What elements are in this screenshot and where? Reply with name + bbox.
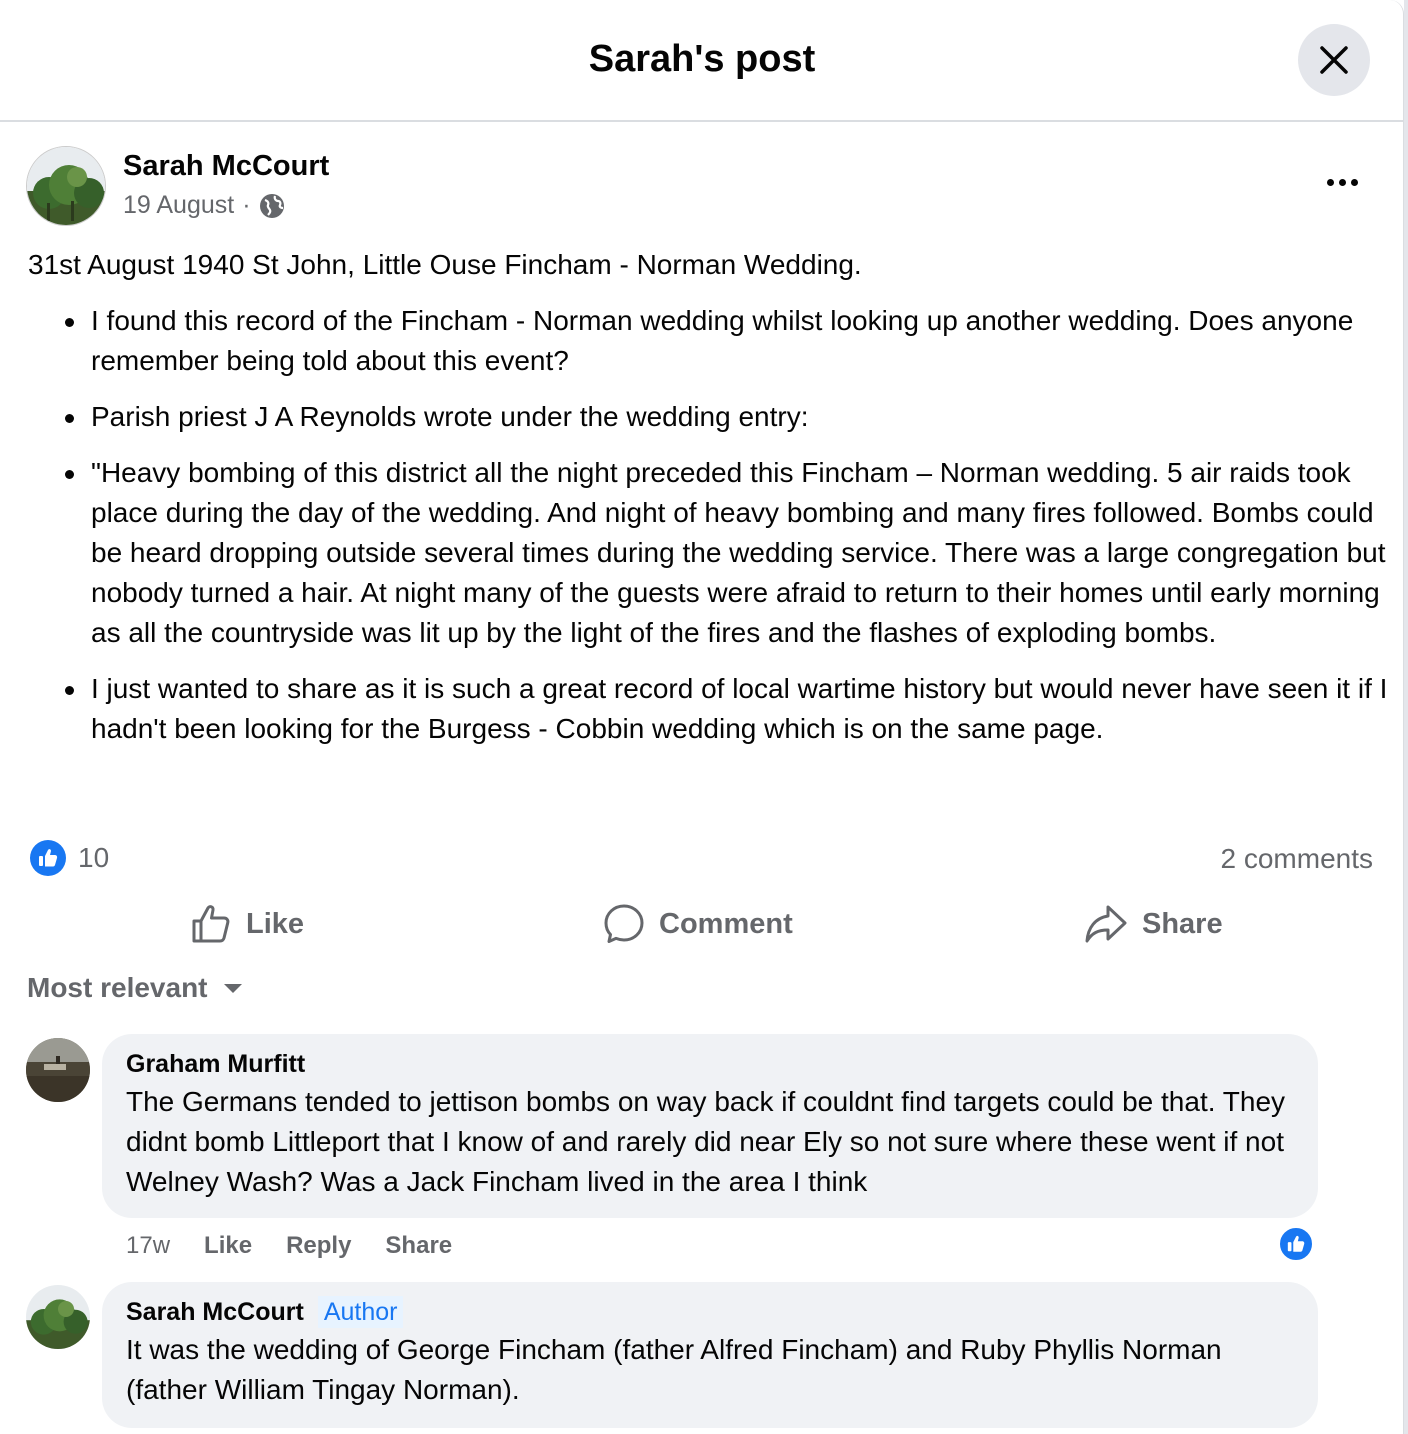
comment-button-label: Comment	[659, 907, 793, 940]
comment-text: It was the wedding of George Fincham (fa…	[126, 1334, 1222, 1405]
comment-bubble-icon	[604, 904, 644, 943]
post-bullet-list: I found this record of the Fincham - Nor…	[28, 301, 1388, 749]
meta-separator: ·	[242, 191, 251, 219]
more-dot-icon	[1338, 178, 1346, 186]
close-icon	[1320, 46, 1348, 74]
comments-count-link[interactable]: 2 comments	[1221, 843, 1374, 875]
post-dialog: Sarah's post Sarah McCourt 19 August · 3…	[0, 0, 1404, 1434]
post-action-bar: Like Comment Share	[0, 896, 1404, 952]
like-button[interactable]: Like	[190, 896, 304, 952]
post-bullet: I found this record of the Fincham - Nor…	[28, 301, 1388, 381]
post-meta: 19 August ·	[123, 191, 285, 220]
share-arrow-icon	[1085, 905, 1127, 943]
like-reaction-icon	[30, 840, 66, 876]
comment-button[interactable]: Comment	[603, 896, 793, 952]
author-avatar[interactable]	[26, 146, 106, 226]
comment-author-name[interactable]: Graham Murfitt	[126, 1048, 305, 1080]
comment-actions: 17w Like Reply Share	[126, 1232, 452, 1260]
comment-author: Graham Murfitt	[126, 1048, 1294, 1080]
sort-label: Most relevant	[27, 972, 208, 1003]
post-body: 31st August 1940 St John, Little Ouse Fi…	[28, 245, 1388, 765]
page-edge	[1404, 0, 1408, 1434]
more-dot-icon	[1350, 178, 1358, 186]
close-button[interactable]	[1298, 24, 1370, 96]
comment-sort-dropdown[interactable]: Most relevant	[27, 972, 244, 1004]
comment-author: Sarah McCourt Author	[126, 1296, 1294, 1328]
reactions-summary[interactable]: 10	[30, 840, 109, 876]
comment-like-button[interactable]: Like	[204, 1232, 252, 1260]
post-bullet: Parish priest J A Reynolds wrote under t…	[28, 397, 1388, 437]
dialog-header: Sarah's post	[0, 0, 1404, 122]
thumbs-up-icon	[192, 905, 230, 943]
comment-share-button[interactable]: Share	[385, 1232, 452, 1260]
share-button[interactable]: Share	[1084, 896, 1223, 952]
more-dot-icon	[1326, 178, 1334, 186]
comment-reply-button[interactable]: Reply	[286, 1232, 351, 1260]
like-button-label: Like	[246, 907, 305, 940]
reaction-count: 10	[78, 842, 110, 873]
globe-icon	[259, 193, 284, 218]
share-button-label: Share	[1142, 907, 1223, 940]
dialog-title: Sarah's post	[588, 38, 816, 80]
comment-like-reaction-icon[interactable]	[1278, 1226, 1314, 1262]
commenter-avatar[interactable]	[26, 1285, 90, 1349]
comment-author-name[interactable]: Sarah McCourt	[126, 1296, 304, 1328]
commenter-avatar[interactable]	[26, 1038, 90, 1102]
author-badge: Author	[317, 1296, 404, 1328]
post-bullet: I just wanted to share as it is such a g…	[28, 669, 1388, 749]
post-bullet: "Heavy bombing of this district all the …	[28, 453, 1388, 653]
comment-text: The Germans tended to jettison bombs on …	[126, 1086, 1286, 1197]
post-lead: 31st August 1940 St John, Little Ouse Fi…	[28, 249, 862, 280]
caret-down-icon	[223, 984, 242, 993]
post-date[interactable]: 19 August	[123, 191, 234, 220]
more-options-button[interactable]	[1318, 166, 1366, 198]
comment-bubble: Sarah McCourt Author It was the wedding …	[102, 1282, 1318, 1428]
comment-time[interactable]: 17w	[126, 1232, 170, 1260]
comment-bubble: Graham Murfitt The Germans tended to jet…	[102, 1034, 1318, 1218]
post-author-name[interactable]: Sarah McCourt	[123, 150, 329, 183]
